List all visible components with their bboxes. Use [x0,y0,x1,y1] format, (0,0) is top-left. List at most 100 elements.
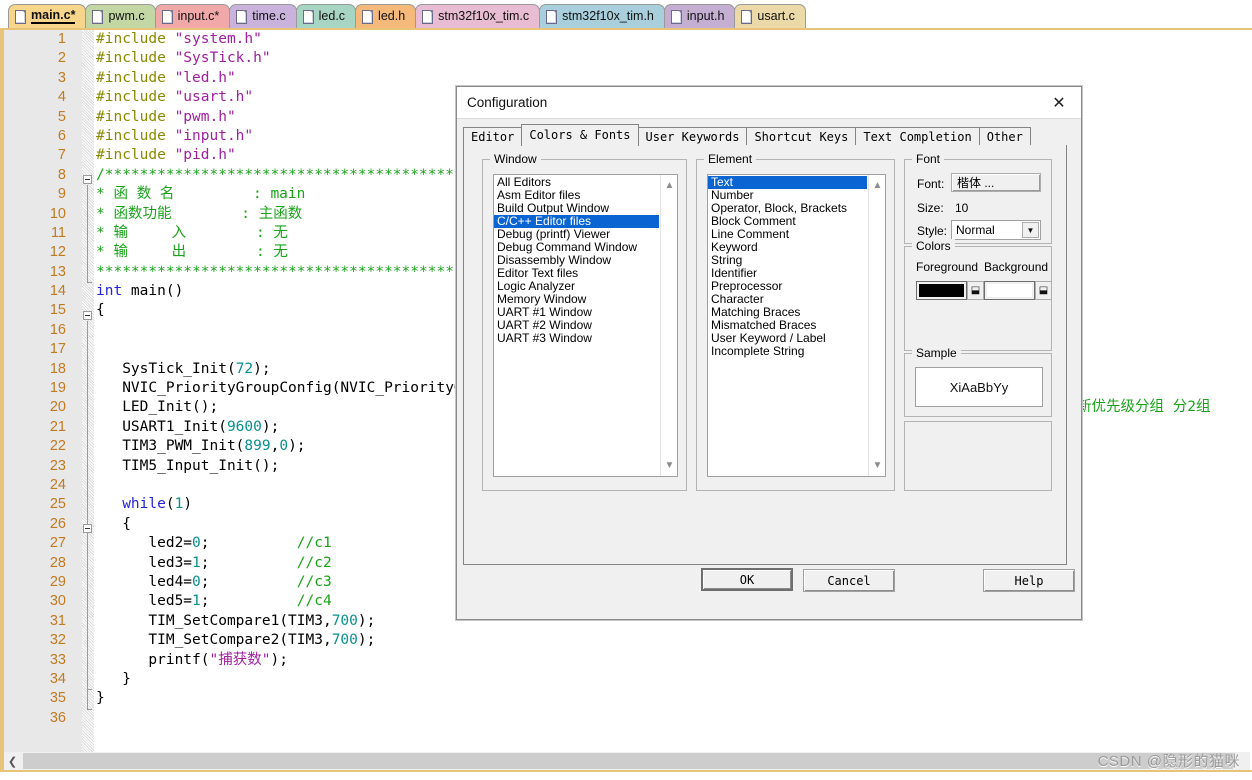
line-number: 34 [49,670,66,687]
code-token: #include [96,89,175,106]
foreground-color-swatch[interactable] [916,281,967,300]
scroll-left-arrow-icon[interactable]: ❮ [4,752,21,770]
line-number: 14 [49,283,66,300]
dialog-tab-text-completion[interactable]: Text Completion [855,127,980,146]
file-icon [546,9,558,24]
window-group: Window All Editors Asm Editor files Build … [482,152,687,491]
code-token: #include [96,50,175,67]
list-item[interactable]: UART #3 Window [494,332,659,345]
code-token: 1 [192,554,201,571]
code-token: { [96,515,131,532]
window-group-label: Window [490,152,541,166]
chevron-up-icon[interactable]: ▲ [869,177,885,194]
chevron-down-icon[interactable]: ▼ [1022,222,1039,238]
dialog-tab-shortcut-keys[interactable]: Shortcut Keys [746,127,857,146]
code-line-text: int main() [96,282,183,301]
editor-tab-pwm-c[interactable]: pwm.c [85,4,156,28]
code-token: * 函数功能 : 主函数 [96,205,303,222]
code-token: //c3 [296,573,332,590]
editor-tab-label: stm32f10x_tim.c [438,9,530,24]
font-style-select[interactable]: Normal ▼ [951,220,1041,240]
editor-tab-main-c-[interactable]: main.c* [8,4,87,28]
background-color-dropdown[interactable]: ⬓ [1035,281,1052,300]
code-token: "usart.h" [174,89,254,106]
code-token: SysTick_Init( [96,360,236,377]
line-number: 22 [49,438,66,455]
line-number: 29 [49,573,66,590]
background-color-swatch[interactable] [984,281,1035,300]
chevron-up-icon[interactable]: ▲ [661,177,677,194]
editor-tab-led-h[interactable]: led.h [355,4,417,28]
editor-tab-time-c[interactable]: time.c [229,4,297,28]
line-number: 36 [49,709,66,726]
code-line-text: TIM_SetCompare1(TIM3,700); [96,612,375,631]
editor-tab-usart-c[interactable]: usart.c [734,4,806,28]
element-listbox[interactable]: Text Number Operator, Block, Brackets Block… [707,174,886,477]
code-token: while [96,496,166,513]
dialog-tab-editor[interactable]: Editor [463,127,523,146]
editor-left-border [0,30,2,772]
close-icon[interactable]: ✕ [1037,87,1081,118]
code-token: printf( [96,651,210,668]
window-listbox[interactable]: All Editors Asm Editor files Build Output … [493,174,678,477]
line-number: 30 [49,593,66,610]
cancel-button[interactable]: Cancel [803,569,895,592]
fold-range-line [87,534,88,690]
code-token: ); [288,438,306,455]
dialog-tab-other[interactable]: Other [978,127,1031,146]
line-number: 13 [49,263,66,280]
line-number: 8 [57,166,66,183]
window-listbox-scrollbar[interactable]: ▲ ▼ [660,175,677,476]
background-label: Background [984,260,1049,274]
element-group-label: Element [704,152,757,166]
code-token: 899 [244,438,271,455]
chevron-down-icon[interactable]: ▼ [661,457,677,474]
code-token: ; [200,573,297,590]
colors-group: Colors Foreground Background ⬓ ⬓ [904,239,1052,351]
ok-button[interactable]: OK [701,568,793,591]
code-token: //c2 [296,554,332,571]
code-token: "捕获数" [209,651,271,668]
fold-toggle-icon[interactable] [83,310,92,320]
fold-toggle-icon[interactable] [83,524,92,533]
file-icon [302,9,314,24]
editor-tab-stm32f10x-tim-h[interactable]: stm32f10x_tim.h [539,4,665,28]
horizontal-scrollbar[interactable]: ❮ [2,752,1250,770]
foreground-label: Foreground [916,260,979,274]
dialog-tab-user-keywords[interactable]: User Keywords [637,127,748,146]
code-token: TIM5_Input_Init(); [96,457,280,474]
help-button[interactable]: Help [983,569,1075,592]
code-token: #include [96,127,175,144]
code-token: #include [96,108,175,125]
code-line-text: LED_Init(); [96,398,218,417]
chevron-down-icon[interactable]: ▼ [869,457,885,474]
editor-tab-input-h[interactable]: input.h [663,4,736,28]
code-line-text: { [96,301,105,320]
code-token: 1 [174,496,184,513]
code-line-text: * 输 出 : 无 [96,243,288,262]
code-token: ; [200,593,297,610]
file-icon [741,9,753,24]
font-name-button[interactable]: 楷体 ... [951,173,1041,192]
foreground-color-dropdown[interactable]: ⬓ [967,281,984,300]
line-number: 28 [49,554,66,571]
line-number: 4 [57,89,66,106]
dialog-tab-colors-fonts[interactable]: Colors & Fonts [521,124,639,146]
file-icon [362,9,374,24]
code-line: 34 } [4,670,1250,689]
list-item[interactable]: Incomplete String [708,345,867,358]
code-token: TIM_SetCompare1(TIM3, [96,612,332,629]
code-line-text: SysTick_Init(72); [96,360,270,379]
code-token: 0 [279,438,289,455]
editor-tab-stm32f10x-tim-c[interactable]: stm32f10x_tim.c [415,4,541,28]
editor-tab-strip: main.c* pwm.c input.c* time.c led.c led.h stm3… [8,3,806,28]
code-token: #include [96,69,175,86]
code-token: int [96,283,123,300]
editor-tab-input-c-[interactable]: input.c* [154,4,231,28]
element-listbox-scrollbar[interactable]: ▲ ▼ [868,175,885,476]
horizontal-scroll-thumb[interactable] [23,753,1233,769]
fold-toggle-icon[interactable] [83,174,92,184]
code-token: 1 [192,593,201,610]
line-number: 27 [49,535,66,552]
editor-tab-led-c[interactable]: led.c [295,4,357,28]
